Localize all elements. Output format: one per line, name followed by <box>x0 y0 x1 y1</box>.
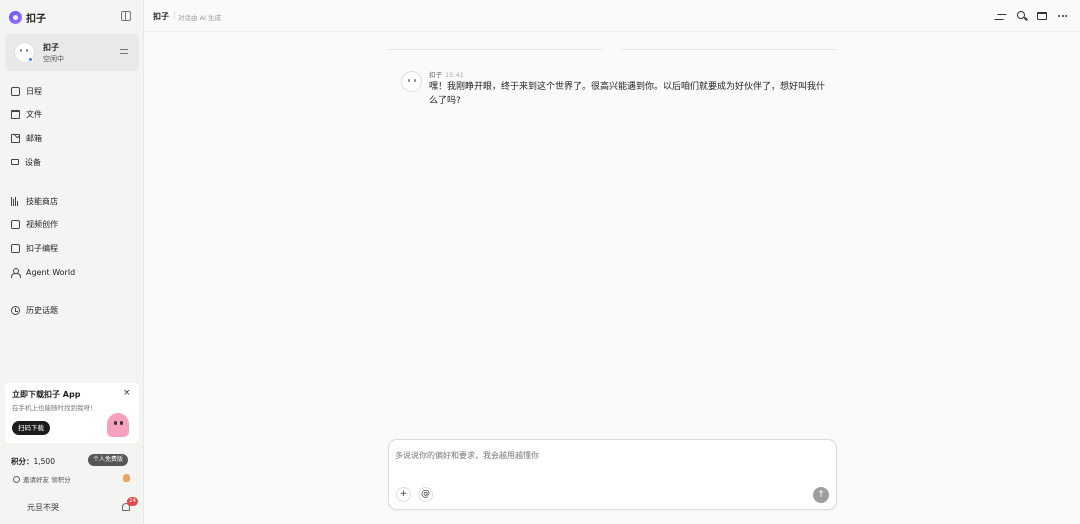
message-sender: 扣子 <box>429 71 442 79</box>
brand-logo-icon <box>9 10 22 24</box>
message-meta: 扣子 15:41 <box>429 69 464 79</box>
device-icon <box>11 159 19 165</box>
sidebar: 扣子 扣子 空闲中 日程 文件 邮箱 设备 技能商店 视频创作 扣子编程 Age… <box>0 0 144 524</box>
points-label: 积分： <box>11 457 34 466</box>
sidebar-item-video[interactable]: 视频创作 <box>5 215 139 233</box>
switch-icon[interactable] <box>120 47 129 56</box>
skills-icon <box>11 196 20 206</box>
sidebar-item-history[interactable]: 历史话题 <box>5 301 139 319</box>
more-icon[interactable] <box>1058 11 1068 21</box>
sidebar-item-label: 邮箱 <box>26 133 42 143</box>
scan-download-button[interactable]: 扫码下载 <box>12 421 50 435</box>
close-icon[interactable]: × <box>123 388 131 398</box>
video-icon <box>11 219 20 229</box>
calendar-icon <box>11 86 20 96</box>
divider <box>621 49 836 50</box>
folder-icon[interactable] <box>1037 12 1047 20</box>
profile-card[interactable]: 扣子 空闲中 <box>5 34 139 71</box>
message-time: 15:41 <box>445 71 464 79</box>
sidebar-item-label: 技能商店 <box>26 196 58 206</box>
plan-badge[interactable]: 个人免费版 <box>88 454 129 466</box>
reward-icon <box>123 474 130 482</box>
bot-avatar <box>401 71 422 92</box>
app-download-card: 立即下载扣子 App × 在手机上也能随时找到我呀! 扫码下载 <box>5 383 139 443</box>
promo-subtitle: 在手机上也能随时找到我呀! <box>12 404 93 412</box>
notification-badge: 24 <box>127 497 138 506</box>
invite-link[interactable]: 邀请好友 领积分 <box>13 474 71 484</box>
sidebar-item-label: Agent World <box>26 267 76 277</box>
user-name[interactable]: 元旦不哭 <box>27 502 59 513</box>
topbar: 扣子 | 对话由 AI 生成 <box>144 0 1080 32</box>
sidebar-item-skills[interactable]: 技能商店 <box>5 192 139 210</box>
promo-title: 立即下载扣子 App <box>12 390 81 399</box>
sidebar-item-label: 扣子编程 <box>26 243 58 253</box>
title-separator: | <box>173 11 176 19</box>
page-title: 扣子 <box>153 12 169 21</box>
mention-button[interactable]: @ <box>418 487 433 502</box>
activity-icon[interactable] <box>996 11 1006 21</box>
sidebar-item-label: 视频创作 <box>26 219 58 229</box>
gift-icon <box>13 475 20 483</box>
code-icon <box>11 243 20 253</box>
divider <box>388 49 603 50</box>
sidebar-item-label: 日程 <box>26 86 42 96</box>
send-button[interactable]: ↑ <box>813 487 829 503</box>
mascot-icon <box>107 413 131 437</box>
agent-world-icon <box>11 267 21 278</box>
sidebar-item-files[interactable]: 文件 <box>5 105 139 123</box>
mail-icon <box>11 133 20 143</box>
ai-disclaimer: 对话由 AI 生成 <box>178 14 221 22</box>
sidebar-item-label: 历史话题 <box>26 305 58 315</box>
sidebar-item-coding[interactable]: 扣子编程 <box>5 239 139 257</box>
status-dot <box>28 57 33 62</box>
profile-status: 空闲中 <box>43 55 64 63</box>
add-button[interactable]: + <box>396 487 411 502</box>
sidebar-item-label: 文件 <box>26 109 42 119</box>
sidebar-item-agent-world[interactable]: Agent World <box>5 263 139 281</box>
search-icon[interactable] <box>1017 11 1025 19</box>
profile-name: 扣子 <box>43 43 59 52</box>
folder-icon <box>11 109 20 119</box>
sidebar-item-label: 设备 <box>25 157 41 167</box>
history-icon <box>11 305 20 315</box>
sidebar-item-mail[interactable]: 邮箱 <box>5 129 139 147</box>
brand-name: 扣子 <box>26 13 46 25</box>
message-text: 嘿！我刚睁开眼，终于来到这个世界了。很高兴能遇到你。以后咱们就要成为好伙伴了，想… <box>429 82 826 106</box>
points-value: 1,500 <box>33 457 55 466</box>
sidebar-item-calendar[interactable]: 日程 <box>5 82 139 100</box>
collapse-sidebar-icon[interactable] <box>121 11 131 21</box>
invite-label: 邀请好友 领积分 <box>23 476 71 484</box>
message-input[interactable] <box>395 448 825 462</box>
composer: + @ ↑ <box>388 439 837 510</box>
brand[interactable]: 扣子 <box>9 9 46 25</box>
points-display: 积分：1,500 <box>11 456 55 467</box>
user-avatar[interactable] <box>11 500 23 512</box>
sidebar-item-devices[interactable]: 设备 <box>5 153 139 171</box>
